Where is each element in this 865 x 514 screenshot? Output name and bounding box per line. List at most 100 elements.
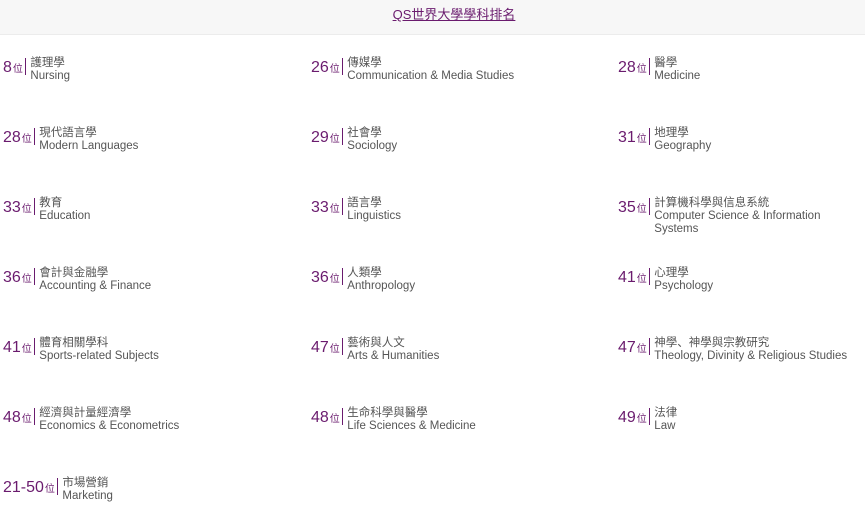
subject-rank: 48 位 xyxy=(3,410,32,426)
subject-rank: 33 位 xyxy=(311,200,340,216)
rank-number: 35 xyxy=(618,199,636,216)
subject-name-zh: 生命科學與醫學 xyxy=(347,407,428,419)
subject-names: 經濟與計量經濟學 Economics & Econometrics xyxy=(39,407,179,433)
subject-rank: 29 位 xyxy=(311,130,340,146)
rank-unit: 位 xyxy=(329,274,340,285)
rank-separator xyxy=(341,58,344,75)
rank-number: 47 xyxy=(618,339,636,356)
subject-names: 體育相關學科 Sports-related Subjects xyxy=(39,337,159,363)
subject-name-zh: 社會學 xyxy=(347,127,382,139)
rank-unit: 位 xyxy=(21,204,32,215)
rank-separator xyxy=(341,128,344,145)
rank-unit: 位 xyxy=(636,414,647,425)
subject-names: 傳媒學 Communication & Media Studies xyxy=(347,57,514,83)
rank-number: 33 xyxy=(3,199,21,216)
subject-item: 28 位醫學 Medicine xyxy=(618,57,700,83)
rank-unit: 位 xyxy=(329,344,340,355)
subject-rank: 28 位 xyxy=(3,130,32,146)
subject-item: 8 位護理學 Nursing xyxy=(3,57,70,83)
subject-rank: 31 位 xyxy=(618,130,647,146)
subject-rank: 47 位 xyxy=(618,340,647,356)
rank-separator xyxy=(341,268,344,285)
rank-unit: 位 xyxy=(329,64,340,75)
subject-rank: 33 位 xyxy=(3,200,32,216)
subject-rank: 36 位 xyxy=(311,270,340,286)
rank-separator xyxy=(33,338,36,355)
subject-name-zh: 神學、神學與宗教研究 xyxy=(654,337,770,349)
subject-item: 47 位藝術與人文 Arts & Humanities xyxy=(311,337,439,363)
rank-unit: 位 xyxy=(636,204,647,215)
subject-names: 心理學 Psychology xyxy=(654,267,713,293)
subject-name-en: Medicine xyxy=(654,70,701,82)
subject-name-en: Accounting & Finance xyxy=(39,280,152,292)
subject-name-en: Economics & Econometrics xyxy=(39,420,180,432)
subject-rank: 21-50 位 xyxy=(3,480,55,496)
rank-number: 47 xyxy=(311,339,329,356)
subject-rank: 41 位 xyxy=(618,270,647,286)
subject-name-en: Psychology xyxy=(654,280,714,292)
subject-names: 神學、神學與宗教研究 Theology, Divinity & Religious… xyxy=(654,337,847,363)
rank-number: 31 xyxy=(618,129,636,146)
subject-rank: 28 位 xyxy=(618,60,647,76)
subject-name-en: Anthropology xyxy=(347,280,416,292)
rank-number: 33 xyxy=(311,199,329,216)
subject-names: 法律 Law xyxy=(654,407,677,433)
subject-name-zh: 經濟與計量經濟學 xyxy=(39,407,132,419)
rank-unit: 位 xyxy=(329,204,340,215)
rank-separator xyxy=(33,408,36,425)
subject-name-en: Nursing xyxy=(30,70,71,82)
subject-name-zh: 傳媒學 xyxy=(347,57,382,69)
subject-rank: 41 位 xyxy=(3,340,32,356)
subject-names: 教育 Education xyxy=(39,197,90,223)
subject-item: 49 位法律 Law xyxy=(618,407,677,433)
subject-name-en: Sociology xyxy=(347,140,398,152)
subject-item: 33 位教育 Education xyxy=(3,197,90,223)
subject-names: 護理學 Nursing xyxy=(30,57,70,83)
rank-number: 41 xyxy=(618,269,636,286)
subject-item: 31 位地理學 Geography xyxy=(618,127,711,153)
subject-names: 計算機科學與信息系統 Computer Science & Information… xyxy=(654,197,865,236)
rank-number: 21-50 xyxy=(3,479,44,496)
rank-unit: 位 xyxy=(21,274,32,285)
subject-name-en: Communication & Media Studies xyxy=(347,70,515,82)
subject-name-zh: 語言學 xyxy=(347,197,382,209)
subject-names: 藝術與人文 Arts & Humanities xyxy=(347,337,439,363)
rank-number: 41 xyxy=(3,339,21,356)
rank-number: 48 xyxy=(3,409,21,426)
subject-item: 47 位神學、神學與宗教研究 Theology, Divinity & Religi… xyxy=(618,337,847,363)
rank-unit: 位 xyxy=(21,414,32,425)
subject-name-zh: 法律 xyxy=(654,407,678,419)
subject-item: 26 位傳媒學 Communication & Media Studies xyxy=(311,57,514,83)
subject-name-en: Life Sciences & Medicine xyxy=(347,420,476,432)
rank-separator xyxy=(648,408,651,425)
subject-name-zh: 心理學 xyxy=(654,267,689,279)
subject-item: 48 位經濟與計量經濟學 Economics & Econometrics xyxy=(3,407,179,433)
rank-separator xyxy=(341,338,344,355)
subject-names: 社會學 Sociology xyxy=(347,127,397,153)
subject-rank: 36 位 xyxy=(3,270,32,286)
subject-rank: 47 位 xyxy=(311,340,340,356)
subject-name-zh: 人類學 xyxy=(347,267,382,279)
subject-item: 48 位生命科學與醫學 Life Sciences & Medicine xyxy=(311,407,476,433)
subject-name-en: Sports-related Subjects xyxy=(39,350,159,362)
rank-separator xyxy=(648,198,651,215)
subject-rank: 8位 xyxy=(3,60,23,76)
subject-names: 現代語言學 Modern Languages xyxy=(39,127,138,153)
subject-names: 語言學 Linguistics xyxy=(347,197,401,223)
subject-names: 會計與金融學 Accounting & Finance xyxy=(39,267,151,293)
rank-number: 36 xyxy=(311,269,329,286)
subject-item: 33 位語言學 Linguistics xyxy=(311,197,401,223)
subject-item: 41 位體育相關學科 Sports-related Subjects xyxy=(3,337,159,363)
subject-name-en: Marketing xyxy=(62,490,113,502)
rank-separator xyxy=(33,128,36,145)
subject-name-zh: 地理學 xyxy=(654,127,689,139)
rank-separator xyxy=(341,408,344,425)
rank-number: 26 xyxy=(311,59,329,76)
subject-item: 36 位人類學 Anthropology xyxy=(311,267,415,293)
rank-separator xyxy=(33,268,36,285)
rank-unit: 位 xyxy=(44,484,55,495)
subject-name-zh: 市場營銷 xyxy=(62,477,109,489)
rank-separator xyxy=(648,268,651,285)
rank-unit: 位 xyxy=(329,134,340,145)
rank-unit: 位 xyxy=(329,414,340,425)
